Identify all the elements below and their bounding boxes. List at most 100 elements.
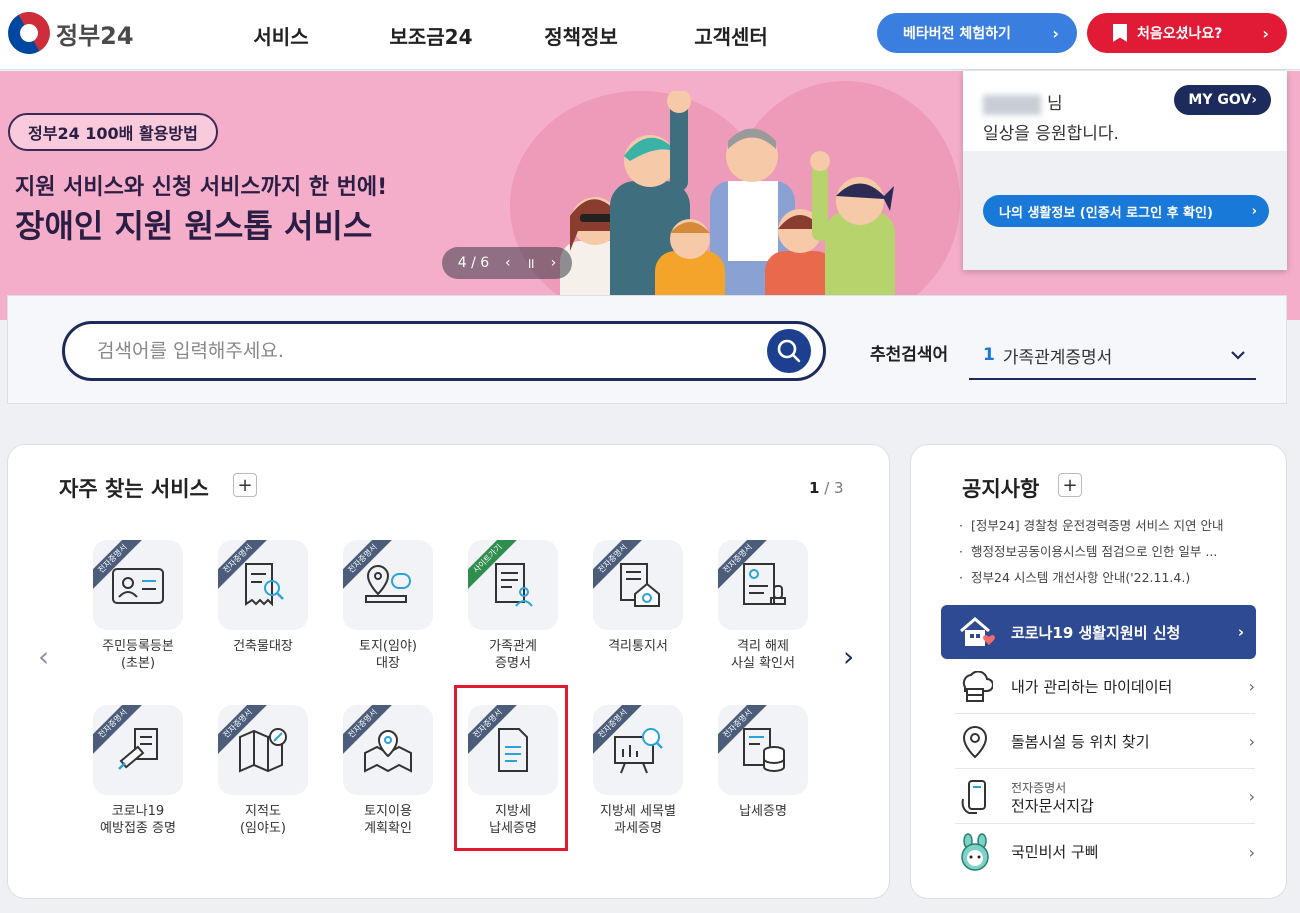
notice-title: 공지사항 (962, 477, 1040, 501)
e-wallet-sublabel: 전자증명서 (1011, 780, 1067, 795)
life-info-label: 나의 생활정보 (인증서 로그인 후 확인) (999, 205, 1213, 221)
services-next-button[interactable]: › (843, 640, 854, 673)
gubbi-link[interactable]: 국민비서 구삐 › (955, 825, 1255, 879)
pause-button[interactable]: ॥ (526, 254, 534, 273)
id-card-icon (112, 568, 164, 604)
tile-label-2: 증명서 (495, 656, 531, 671)
tile-label-1: 주민등록등본 (102, 639, 174, 654)
service-building-register[interactable]: 전자증명서 건축물대장 (208, 540, 318, 655)
tile-label-1: 가족관계 (489, 639, 537, 654)
service-resident-registration[interactable]: 전자증명서 주민등록등본 (초본) (83, 540, 193, 672)
banner-subtitle: 지원 서비스와 신청 서비스까지 한 번에! (15, 175, 388, 200)
tile-label-1: 건축물대장 (233, 639, 293, 654)
mygov-label: MY GOV (1188, 92, 1252, 108)
map-pin-icon (364, 729, 412, 773)
document-coins-icon (743, 728, 785, 772)
notice-item[interactable]: [정부24] 경찰청 운전경력증명 서비스 지연 안내 (957, 513, 1257, 539)
life-info-button[interactable]: 나의 생활정보 (인증서 로그인 후 확인) › (983, 195, 1269, 227)
beta-button[interactable]: 베타버전 체험하기 › (877, 13, 1077, 53)
notice-item[interactable]: 행정정보공동이용시스템 점검으로 인한 일부 ... (957, 539, 1257, 565)
gubbi-label: 국민비서 구삐 (1011, 843, 1099, 861)
logo-text: 정부24 (56, 21, 134, 50)
tile-label-1: 토지이용 (364, 804, 412, 819)
service-land-use-plan[interactable]: 전자증명서 토지이용 계획확인 (333, 705, 443, 837)
notice-more-button[interactable]: + (1058, 473, 1082, 497)
service-tax-payment[interactable]: 전자증명서 납세증명 (708, 705, 818, 820)
plus-icon: + (237, 474, 253, 496)
beta-button-label: 베타버전 체험하기 (903, 26, 1011, 42)
covid-support-button[interactable]: 코로나19 생활지원비 신청 › (941, 605, 1256, 659)
search-button[interactable] (767, 329, 811, 373)
map-pin-laptop-icon (365, 564, 411, 603)
recommend-dropdown[interactable]: 1 가족관계증명서 (969, 332, 1256, 380)
services-more-button[interactable]: + (233, 473, 257, 497)
site-header: 정부24 서비스 보조금24 정책정보 고객센터 베타버전 체험하기 › 처음오… (0, 0, 1300, 70)
user-card: 님 일상을 응원합니다. MY GOV › 나의 생활정보 (인증서 로그인 후 … (963, 71, 1287, 270)
service-family-relation[interactable]: 사이트가기 가족관계 증명서 (458, 540, 568, 672)
nav-support[interactable]: 고객센터 (656, 21, 806, 50)
service-cadastral-map[interactable]: 전자증명서 지적도 (임야도) (208, 705, 318, 837)
tile-label-2: 사실 확인서 (731, 656, 795, 671)
nav-policy[interactable]: 정책정보 (506, 21, 656, 50)
tile-label-2: 과세증명 (614, 821, 662, 836)
care-facility-label: 돌봄시설 등 위치 찾기 (1011, 732, 1150, 751)
tile-label-1: 격리 해제 (737, 639, 789, 654)
search-input[interactable] (97, 340, 767, 362)
recommend-label: 추천검색어 (870, 345, 949, 365)
document-house-icon (620, 563, 660, 607)
service-quarantine-release[interactable]: 전자증명서 격리 해제 사실 확인서 (708, 540, 818, 672)
service-local-tax-payment[interactable]: 전자증명서 지방세 납세증명 (458, 705, 568, 837)
chevron-right-icon: › (1248, 842, 1255, 862)
search-panel: 추천검색어 1 가족관계증명서 (7, 295, 1287, 404)
next-slide-button[interactable]: › (551, 255, 557, 271)
banner-pager: 4 / 6 ‹ ॥ › (442, 247, 572, 279)
tile-label-2: (임야도) (239, 821, 287, 836)
tile-label-1: 지방세 (495, 804, 531, 819)
care-facility-link[interactable]: 돌봄시설 등 위치 찾기 › (955, 715, 1255, 769)
mygov-button[interactable]: MY GOV › (1174, 85, 1271, 115)
cloud-server-icon (962, 670, 993, 702)
syringe-document-icon (118, 728, 158, 770)
service-covid-vaccination[interactable]: 전자증명서 코로나19 예방접종 증명 (83, 705, 193, 837)
chevron-right-icon: › (1248, 787, 1255, 806)
search-box (62, 321, 826, 381)
nav-services[interactable]: 서비스 (206, 21, 356, 50)
tile-label-1: 지적도 (245, 804, 281, 819)
e-wallet-label: 전자문서지갑 (1011, 796, 1094, 815)
tile-label-1: 토지(임야) (359, 639, 417, 654)
blurred-user-name (983, 94, 1041, 115)
first-visit-label: 처음오셨나요? (1137, 26, 1223, 42)
map-compass-icon (239, 728, 287, 773)
house-heart-icon (960, 617, 995, 646)
service-quarantine-notice[interactable]: 전자증명서 격리통지서 (583, 540, 693, 655)
prev-slide-button[interactable]: ‹ (505, 255, 511, 271)
chart-board-search-icon (614, 728, 663, 774)
service-land-register[interactable]: 전자증명서 토지(임야) 대장 (333, 540, 443, 672)
document-search-icon (245, 563, 284, 607)
location-pin-icon (962, 725, 988, 758)
recommend-keyword: 가족관계증명서 (1002, 347, 1113, 368)
covid-support-label: 코로나19 생활지원비 신청 (1011, 623, 1181, 642)
tile-label-1: 코로나19 (111, 804, 165, 819)
logo[interactable]: 정부24 (0, 4, 134, 62)
phone-hand-icon (961, 779, 986, 814)
chevron-right-icon: › (1237, 623, 1244, 641)
notice-item[interactable]: 정부24 시스템 개선사항 안내('22.11.4.) (957, 565, 1257, 591)
mydata-link[interactable]: 내가 관리하는 마이데이터 › (955, 660, 1255, 714)
chevron-right-icon: › (1251, 203, 1257, 219)
nav-subsidy24[interactable]: 보조금24 (356, 21, 506, 50)
banner-tag: 정부24 100배 활용방법 (8, 113, 218, 151)
e-wallet-link[interactable]: 전자증명서 전자문서지갑 › (955, 770, 1255, 824)
chevron-right-icon: › (1251, 92, 1257, 108)
service-local-tax-by-item[interactable]: 전자증명서 지방세 세목별 과세증명 (583, 705, 693, 837)
document-stamp-icon (743, 563, 786, 605)
chevron-right-icon: › (1248, 677, 1255, 696)
services-page-indicator: 1 / 3 (809, 479, 844, 497)
family-illustration (560, 91, 895, 320)
document-icon (498, 728, 528, 772)
tile-label-2: 계획확인 (364, 821, 412, 836)
first-visit-button[interactable]: 처음오셨나요? › (1087, 13, 1287, 53)
gubbi-mascot-icon (961, 833, 989, 871)
banner-title: 장애인 지원 원스톱 서비스 (15, 207, 373, 245)
services-prev-button[interactable]: ‹ (38, 640, 49, 673)
